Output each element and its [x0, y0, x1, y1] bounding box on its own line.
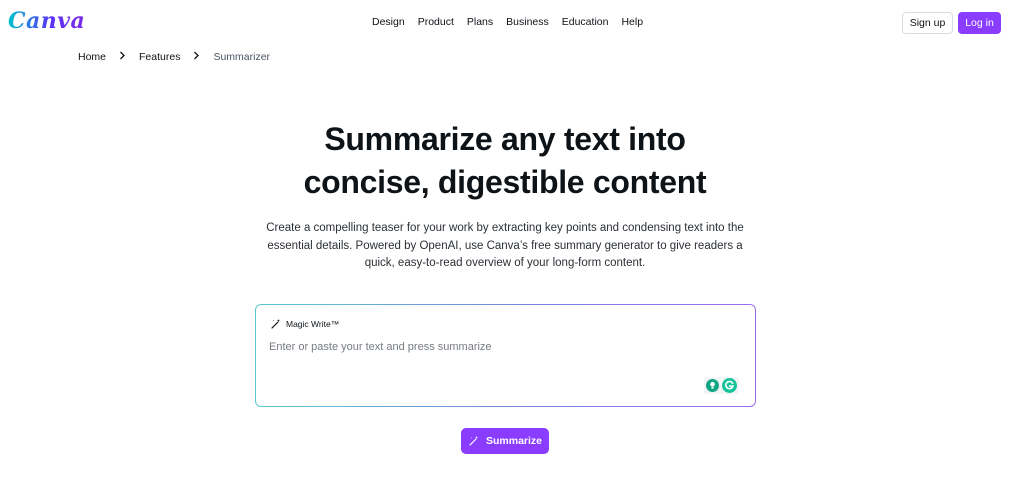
summarize-button[interactable]: Summarize [461, 428, 549, 454]
breadcrumb-home[interactable]: Home [78, 51, 106, 63]
nav-item-product[interactable]: Product [418, 16, 454, 28]
summarizer-panel-inner: Magic Write™ [256, 305, 755, 406]
breadcrumb-summarizer: Summarizer [213, 51, 271, 63]
nav-item-plans[interactable]: Plans [467, 16, 493, 28]
magic-write-text: Magic Write™ [286, 319, 340, 329]
summarizer-panel: Magic Write™ [255, 304, 756, 407]
chevron-right-icon [193, 51, 200, 63]
lightbulb-icon[interactable] [706, 379, 719, 392]
breadcrumb-features[interactable]: Features [139, 51, 180, 63]
magic-wand-icon [469, 436, 478, 446]
page-title: Summarize any text into concise, digesti… [0, 118, 1010, 204]
grammarly-icon[interactable] [722, 378, 737, 393]
nav-item-education[interactable]: Education [562, 16, 609, 28]
login-button[interactable]: Log in [958, 12, 1001, 34]
nav-item-design[interactable]: Design [372, 16, 405, 28]
page-description: Create a compelling teaser for your work… [266, 222, 744, 270]
magic-wand-icon [271, 319, 280, 329]
title-line-2: concise, digestible content [303, 164, 707, 200]
magic-write-label: Magic Write™ [270, 318, 339, 330]
title-line-1: Summarize any text into [324, 121, 686, 157]
extension-icons [704, 377, 739, 394]
summary-text-input[interactable] [269, 341, 739, 353]
canva-logo[interactable]: Canva [8, 8, 85, 34]
nav-item-business[interactable]: Business [506, 16, 549, 28]
signup-button[interactable]: Sign up [902, 12, 953, 34]
nav-item-help[interactable]: Help [621, 16, 643, 28]
main-nav: Design Product Plans Business Education … [372, 16, 643, 28]
breadcrumb: Home Features Summarizer [78, 51, 270, 63]
page: Canva Design Product Plans Business Educ… [0, 0, 1024, 485]
chevron-right-icon [119, 51, 126, 63]
summarize-button-label: Summarize [485, 435, 543, 447]
